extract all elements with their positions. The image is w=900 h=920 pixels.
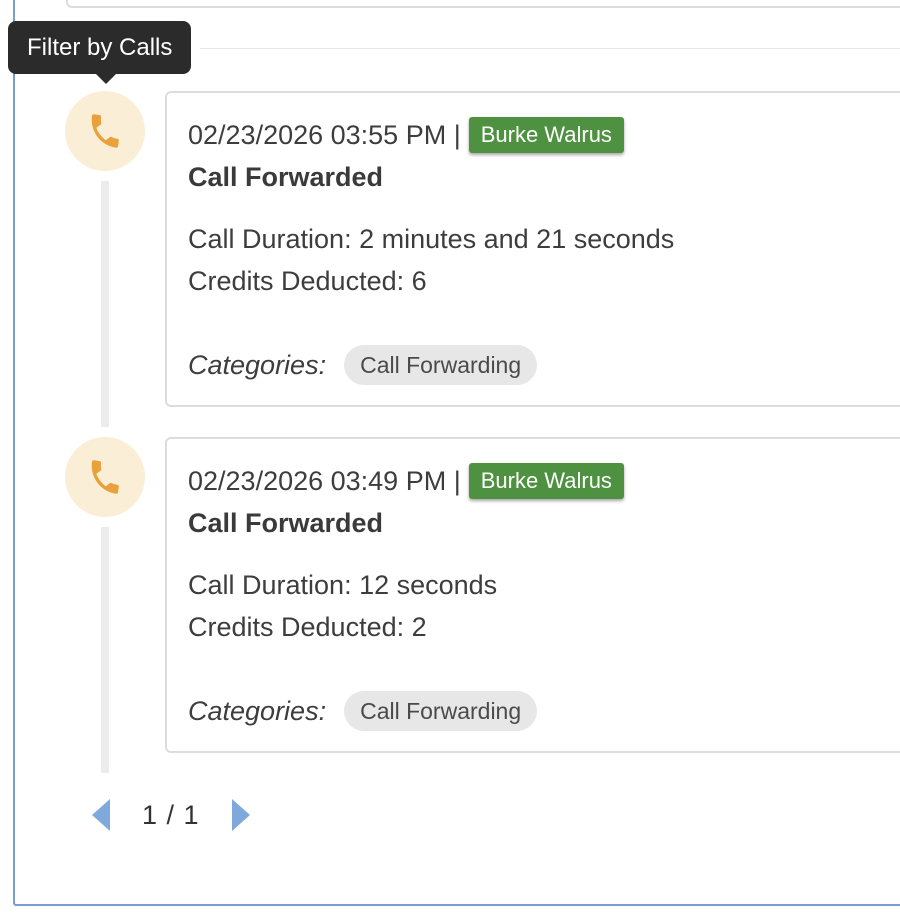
timeline-connector: [101, 181, 109, 427]
pagination: 1 / 1: [90, 795, 252, 835]
timeline-card: 02/23/2026 03:49 PM | Burke Walrus Call …: [165, 437, 900, 753]
event-title: Call Forwarded: [188, 508, 384, 538]
card-header: 02/23/2026 03:55 PM | Burke Walrus: [188, 117, 624, 153]
call-duration: Call Duration: 2 minutes and 21 seconds: [188, 224, 675, 254]
call-filter-button[interactable]: [65, 437, 145, 517]
category-chip[interactable]: Call Forwarding: [344, 345, 538, 385]
category-chip[interactable]: Call Forwarding: [344, 691, 538, 731]
next-page-icon[interactable]: [230, 799, 252, 831]
phone-icon: [91, 114, 119, 148]
call-datetime: 02/23/2026 03:49 PM |: [188, 466, 461, 496]
categories-row: Categories: Call Forwarding: [188, 691, 538, 731]
call-datetime: 02/23/2026 03:55 PM |: [188, 120, 461, 150]
card-header: 02/23/2026 03:49 PM | Burke Walrus: [188, 463, 624, 499]
timeline-connector: [101, 527, 109, 773]
categories-label: Categories:: [188, 350, 327, 380]
timeline-card: 02/23/2026 03:55 PM | Burke Walrus Call …: [165, 91, 900, 407]
call-filter-button[interactable]: [65, 91, 145, 171]
page-indicator: 1 / 1: [142, 799, 200, 830]
event-title: Call Forwarded: [188, 162, 384, 192]
previous-card-edge: [66, 0, 900, 8]
previous-page-icon[interactable]: [90, 799, 112, 831]
categories-label: Categories:: [188, 696, 327, 726]
phone-icon: [91, 460, 119, 494]
call-duration: Call Duration: 12 seconds: [188, 570, 498, 600]
agent-badge: Burke Walrus: [468, 117, 624, 153]
tooltip: Filter by Calls: [8, 21, 192, 84]
agent-badge: Burke Walrus: [468, 463, 624, 499]
credits-deducted: Credits Deducted: 6: [188, 266, 427, 296]
divider: [200, 48, 900, 49]
credits-deducted: Credits Deducted: 2: [188, 612, 427, 642]
categories-row: Categories: Call Forwarding: [188, 345, 538, 385]
